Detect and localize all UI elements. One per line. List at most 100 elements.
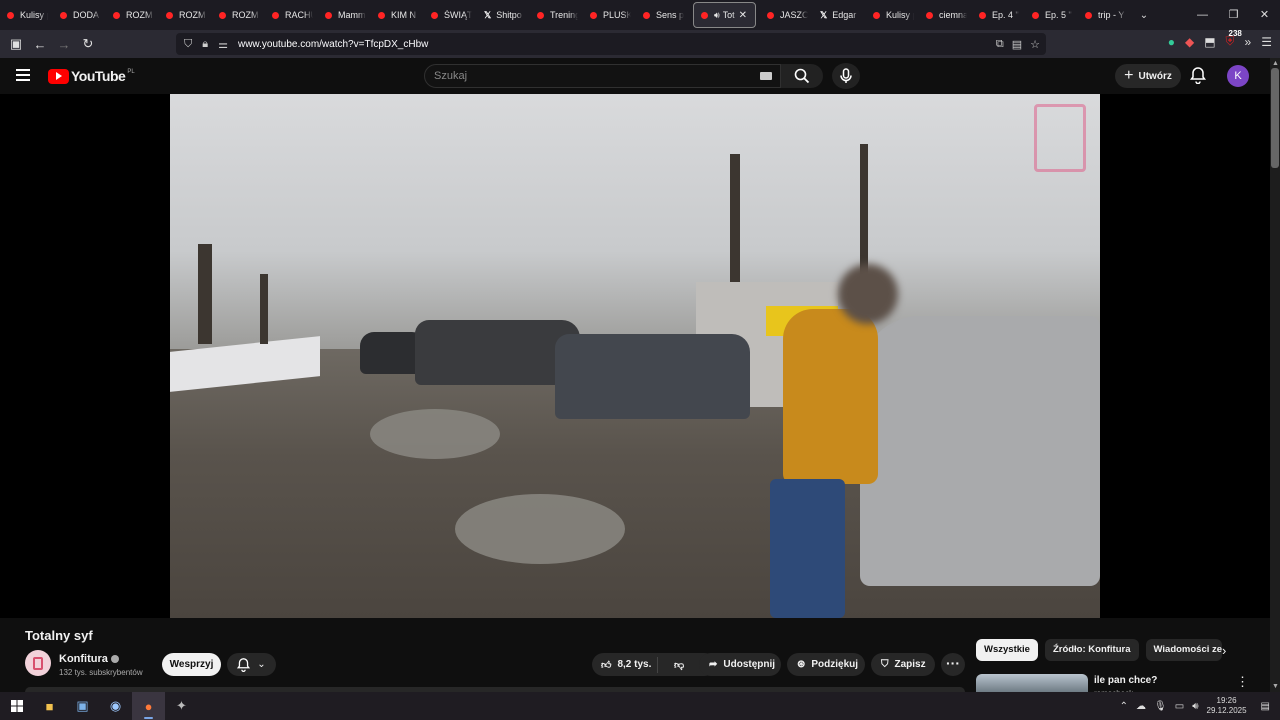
recommendation-menu-icon[interactable]: ⋮ [1236,674,1249,690]
sidebar-toggle-icon[interactable]: ▣ [4,36,28,52]
close-tab-icon[interactable]: ✕ [739,10,747,21]
support-button[interactable]: Wesprzyj [162,653,221,676]
save-button[interactable]: ⛉ Zapisz [871,653,935,676]
browser-tab[interactable]: KIM N [371,2,424,28]
browser-tab[interactable]: ŚWIĄT [424,2,477,28]
firefox-icon[interactable]: ● [132,692,165,720]
video-frame[interactable] [170,94,1100,618]
lock-icon[interactable]: 🔒︎ [202,38,208,51]
picture-in-picture-icon[interactable]: ⧉ [996,38,1004,51]
ublock-icon[interactable]: ⛨ 238 [1226,29,1242,49]
guide-menu-icon[interactable] [16,69,30,81]
browser-tab[interactable]: Mamm [318,2,371,28]
chip-all[interactable]: Wszystkie [976,639,1038,661]
browser-tab[interactable]: Kulisy p [0,2,53,28]
voice-search-button[interactable] [832,63,860,89]
browser-tab[interactable]: Kulisy p [866,2,919,28]
browser-tab-strip: Kulisy p DODA ROZM ROZM ROZM RACHU Mamm KIM N ŚW… [0,0,1280,30]
browser-tab[interactable]: 𝕏 Shitpo [477,2,530,28]
chip-source[interactable]: Źródło: Konfitura [1044,639,1139,661]
video-title: Totalny syf [25,628,93,643]
steam-icon[interactable]: ◉ [99,692,132,720]
browser-tab[interactable]: ROZM [159,2,212,28]
youtube-icon [926,11,933,19]
app-icon[interactable]: ✦ [165,692,198,720]
recommendation-title[interactable]: ile pan chce? [1094,675,1157,686]
scroll-down-arrow-icon[interactable]: ▼ [1272,683,1279,690]
fox-extension-icon[interactable]: ◆ [1185,35,1194,49]
url-text[interactable]: www.youtube.com/watch?v=TfcpDX_cHbw [238,39,428,50]
browser-tab[interactable]: DODA [53,2,106,28]
extensions-puzzle-icon[interactable]: ⬒ [1204,35,1215,49]
browser-tab[interactable]: ROZM [106,2,159,28]
minimize-icon[interactable]: — [1187,0,1218,30]
browser-tab[interactable]: Sens p [636,2,689,28]
tab-audio-icon[interactable]: 🔊︎ [714,10,720,21]
scroll-up-arrow-icon[interactable]: ▲ [1272,60,1279,67]
share-button[interactable]: ➦ Udostępnij [699,653,781,676]
chip-news[interactable]: Wiadomości ze ś [1145,639,1222,661]
browser-tab[interactable]: ROZM [212,2,265,28]
browser-tab[interactable]: PLUSK [583,2,636,28]
subscription-notifications-button[interactable]: ⌄ [227,653,276,676]
browser-tab[interactable]: 𝕏 Edgar [813,2,866,28]
channel-avatar[interactable] [25,650,51,676]
system-tray: ⌃ ☁ 🎙︎ ▭ 🔊︎ 19:26 29.12.2025 ▤ [1120,692,1280,720]
bookmark-star-icon[interactable]: ☆ [1030,38,1040,51]
vpn-extension-icon[interactable]: ● [1168,35,1175,49]
network-icon[interactable]: ▭ [1175,701,1184,712]
browser-tab[interactable]: JASZC [760,2,813,28]
app-menu-icon[interactable]: ☰ [1261,35,1272,49]
channel-name[interactable]: Konfitura [59,653,119,665]
browser-tab[interactable]: Trening [530,2,583,28]
browser-tab[interactable]: RACHU [265,2,318,28]
reader-view-icon[interactable]: ▤ [1012,38,1022,51]
youtube-wordmark: YouTube [71,68,126,84]
browser-tab[interactable]: Ep. 4 " [972,2,1025,28]
like-button[interactable]: 👍︎ 8,2 tys. [592,656,658,673]
youtube-logo[interactable]: YouTube PL [48,68,135,84]
dislike-button[interactable]: 👎︎ [664,659,684,671]
permissions-icon[interactable]: ⚌ [218,38,228,51]
keyboard-icon[interactable] [760,72,772,80]
account-avatar[interactable]: K [1227,65,1249,87]
close-window-icon[interactable]: ✕ [1249,0,1280,30]
page-scrollbar[interactable]: ▲ ▼ [1270,58,1280,692]
youtube-icon [272,11,279,19]
tab-label: Kulisy p [886,10,914,20]
back-icon[interactable]: ← [28,37,52,52]
video-player[interactable] [0,94,1270,618]
browser-tab[interactable]: trip - Y [1078,2,1131,28]
tab-list-dropdown-icon[interactable]: ⌄ [1131,10,1157,21]
create-button[interactable]: + Utwórz [1115,64,1181,88]
address-bar[interactable]: ⛉ 🔒︎ ⚌ www.youtube.com/watch?v=TfcpDX_cH… [176,33,1046,55]
create-label: Utwórz [1138,70,1172,82]
overflow-chevron-icon[interactable]: » [1245,35,1252,49]
browser-tab[interactable]: 🔊︎ Tot ✕ [693,2,756,28]
volume-icon[interactable]: 🔊︎ [1192,701,1198,712]
tray-chevron-icon[interactable]: ⌃ [1120,701,1128,712]
microphone-icon[interactable]: 🎙︎ [1154,701,1167,712]
forward-icon[interactable]: → [52,37,76,52]
more-actions-icon[interactable]: ··· [941,653,965,676]
chevron-right-icon[interactable]: › [1222,643,1226,658]
recommendation-thumbnail[interactable] [976,674,1088,692]
clock[interactable]: 19:26 29.12.2025 [1207,696,1247,716]
windows-start-icon[interactable] [0,692,33,720]
thanks-button[interactable]: ⊛ Podziękuj [787,653,865,676]
reload-icon[interactable]: ↻ [76,36,100,52]
channel-watermark-icon[interactable] [1034,104,1086,172]
browser-tab[interactable]: ciemna [919,2,972,28]
remote-desktop-icon[interactable]: ▣ [66,692,99,720]
browser-tab[interactable]: Ep. 5 " [1025,2,1078,28]
search-button[interactable] [781,64,823,88]
notifications-icon[interactable]: ▤ [1261,701,1270,712]
file-explorer-icon[interactable]: ■ [33,692,66,720]
restore-icon[interactable]: ❐ [1218,0,1249,30]
notifications-button[interactable] [1190,66,1206,89]
search-input[interactable]: Szukaj [424,64,781,88]
youtube-icon [1032,11,1039,19]
shield-icon[interactable]: ⛉ [184,38,192,51]
onedrive-icon[interactable]: ☁ [1136,701,1146,712]
scrollbar-thumb[interactable] [1271,68,1279,168]
